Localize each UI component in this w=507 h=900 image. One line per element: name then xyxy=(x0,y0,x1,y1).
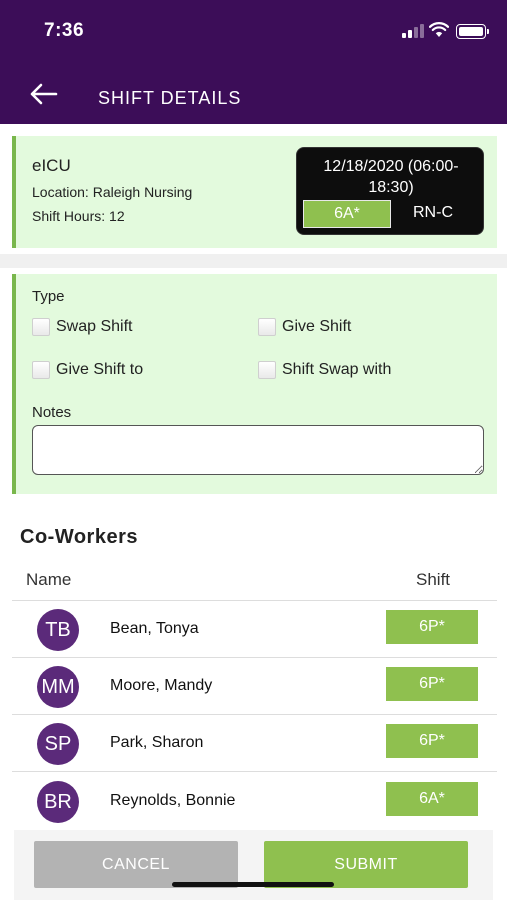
avatar: TB xyxy=(37,609,79,651)
shift-swap-with-label: Shift Swap with xyxy=(282,361,392,378)
notes-input[interactable] xyxy=(32,425,484,475)
role-label: RN-C xyxy=(413,204,453,221)
page-title: SHIFT DETAILS xyxy=(98,88,242,108)
give-shift-checkbox[interactable] xyxy=(258,318,276,336)
coworker-name: Moore, Mandy xyxy=(110,677,213,694)
swap-shift-checkbox[interactable] xyxy=(32,318,50,336)
coworker-shift-badge[interactable]: 6P* xyxy=(386,610,478,644)
coworker-name: Bean, Tonya xyxy=(110,620,199,637)
shift-swap-with-option[interactable]: Shift Swap with xyxy=(258,361,391,379)
home-indicator[interactable] xyxy=(172,882,334,887)
column-header-shift: Shift xyxy=(416,570,451,589)
notes-label: Notes xyxy=(32,404,72,421)
avatar: MM xyxy=(37,666,79,708)
status-time: 7:36 xyxy=(44,20,85,41)
section-divider xyxy=(0,254,507,268)
wifi-icon xyxy=(429,22,449,37)
give-shift-to-label: Give Shift to xyxy=(56,361,144,378)
header-divider xyxy=(12,600,497,601)
request-form-card: Type Swap Shift Give Shift Give Shift to… xyxy=(12,274,497,494)
coworker-shift-badge[interactable]: 6P* xyxy=(386,724,478,758)
coworker-name: Reynolds, Bonnie xyxy=(110,792,236,809)
action-footer: CANCEL SUBMIT xyxy=(14,830,493,900)
submit-button[interactable]: SUBMIT xyxy=(264,841,468,888)
avatar: BR xyxy=(37,781,79,823)
battery-icon xyxy=(456,24,489,39)
coworker-row[interactable]: MM Moore, Mandy 6P* xyxy=(12,659,497,715)
give-shift-option[interactable]: Give Shift xyxy=(258,318,351,336)
coworker-row[interactable]: TB Bean, Tonya 6P* xyxy=(12,602,497,658)
swap-shift-label: Swap Shift xyxy=(56,318,133,335)
location-text: Location: Raleigh Nursing xyxy=(32,184,193,200)
give-shift-label: Give Shift xyxy=(282,318,352,335)
avatar: SP xyxy=(37,723,79,765)
type-label: Type xyxy=(32,288,65,305)
coworker-shift-badge[interactable]: 6A* xyxy=(386,782,478,816)
shift-code-badge: 6A* xyxy=(303,200,391,228)
swap-shift-option[interactable]: Swap Shift xyxy=(32,318,132,336)
nav-bar: SHIFT DETAILS xyxy=(0,62,507,124)
back-arrow-icon[interactable] xyxy=(26,80,60,108)
unit-name: eICU xyxy=(32,156,71,175)
give-shift-to-checkbox[interactable] xyxy=(32,361,50,379)
shift-hours-text: Shift Hours: 12 xyxy=(32,208,125,224)
main-content: eICU Location: Raleigh Nursing Shift Hou… xyxy=(0,124,507,900)
shift-swap-with-checkbox[interactable] xyxy=(258,361,276,379)
coworker-name: Park, Sharon xyxy=(110,734,204,751)
shift-summary-card: eICU Location: Raleigh Nursing Shift Hou… xyxy=(12,136,497,248)
give-shift-to-option[interactable]: Give Shift to xyxy=(32,361,143,379)
column-header-name: Name xyxy=(26,570,72,589)
shift-time-box: 12/18/2020 (06:00-18:30) 6A* RN-C xyxy=(296,147,484,235)
shift-date-time: 12/18/2020 (06:00-18:30) xyxy=(323,158,459,196)
cancel-button[interactable]: CANCEL xyxy=(34,841,238,888)
coworkers-title: Co-Workers xyxy=(20,526,138,548)
status-bar: 7:36 xyxy=(0,0,507,62)
coworker-shift-badge[interactable]: 6P* xyxy=(386,667,478,701)
coworker-row[interactable]: SP Park, Sharon 6P* xyxy=(12,716,497,772)
coworker-row[interactable]: BR Reynolds, Bonnie 6A* xyxy=(12,774,497,830)
signal-icon xyxy=(402,24,424,38)
